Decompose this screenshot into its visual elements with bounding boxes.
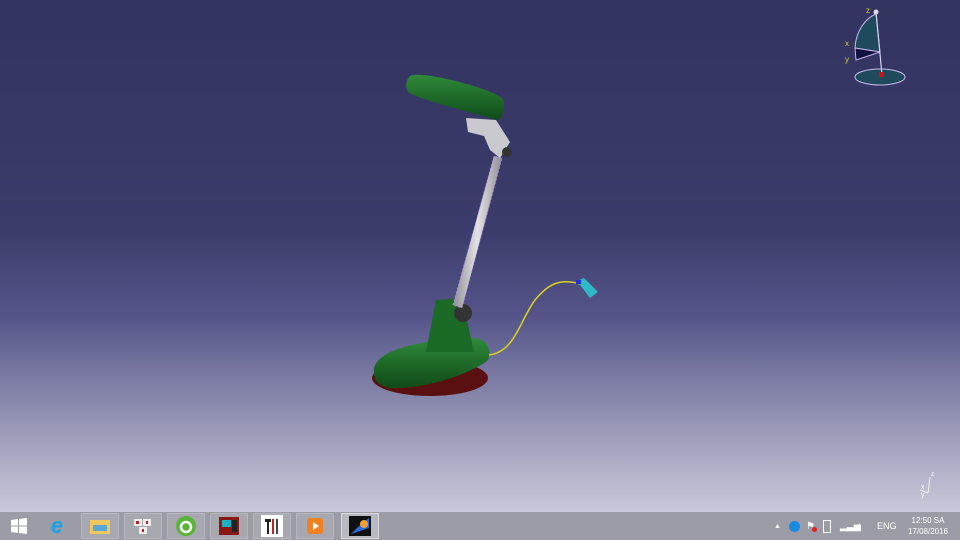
catia-button[interactable] <box>341 513 379 539</box>
tools-button[interactable] <box>253 513 291 539</box>
coc-coc-icon <box>176 516 196 536</box>
pivot-knob <box>454 304 472 322</box>
mini-x-label: x <box>921 484 925 491</box>
show-hidden-icons-button[interactable]: ▲ <box>774 512 781 540</box>
chevron-up-icon: ▲ <box>774 522 781 530</box>
clock-time: 12:50 SA <box>911 516 945 525</box>
compass-z-label: z <box>866 6 870 15</box>
file-explorer-button[interactable] <box>81 513 119 539</box>
mini-z-label: z <box>931 471 935 478</box>
compass-icon[interactable]: z x y <box>845 6 906 86</box>
system-tool-icon <box>219 517 239 535</box>
compass-y-label: y <box>845 55 849 64</box>
tools-icon <box>261 515 283 537</box>
joint-knob <box>502 147 512 157</box>
volume-icon[interactable]: 🔈︎ <box>857 512 863 540</box>
taskbar: e ▲ ⚑ ▂▃▅ 🔈︎ ENG 12:50 SA 17/08/2016 <box>0 512 960 540</box>
coc-coc-button[interactable] <box>167 513 205 539</box>
windows-icon <box>11 518 27 534</box>
catia-icon <box>349 516 371 536</box>
lamp-arm <box>452 155 503 309</box>
compass-x-label: x <box>845 39 849 48</box>
clock-date: 17/08/2016 <box>907 527 948 536</box>
internet-explorer-icon: e <box>50 513 64 538</box>
lamp-shade <box>406 74 505 120</box>
power-cable <box>488 280 581 356</box>
internet-explorer-button[interactable]: e <box>38 513 76 539</box>
system-tool-button[interactable] <box>210 513 248 539</box>
start-button[interactable] <box>0 513 38 539</box>
mini-y-label: y <box>921 492 925 499</box>
3d-viewport[interactable]: z x y z x y <box>0 0 960 512</box>
mini-axis-icon: z x y <box>919 471 935 499</box>
media-player-button[interactable] <box>296 513 334 539</box>
clock[interactable]: 12:50 SA 17/08/2016 <box>908 515 948 537</box>
language-indicator[interactable]: ENG <box>877 512 897 540</box>
unikey-icon <box>134 519 151 534</box>
folder-icon <box>90 520 110 534</box>
language-label: ENG <box>877 521 897 531</box>
action-center-icon[interactable]: ⚑ <box>806 512 817 540</box>
battery-icon[interactable] <box>823 512 831 540</box>
tray-app-icon[interactable] <box>789 512 800 540</box>
media-player-icon <box>307 518 323 534</box>
lamp-model[interactable]: z x y z x y <box>0 0 960 512</box>
unikey-button[interactable] <box>124 513 162 539</box>
plug-cap <box>576 280 581 284</box>
